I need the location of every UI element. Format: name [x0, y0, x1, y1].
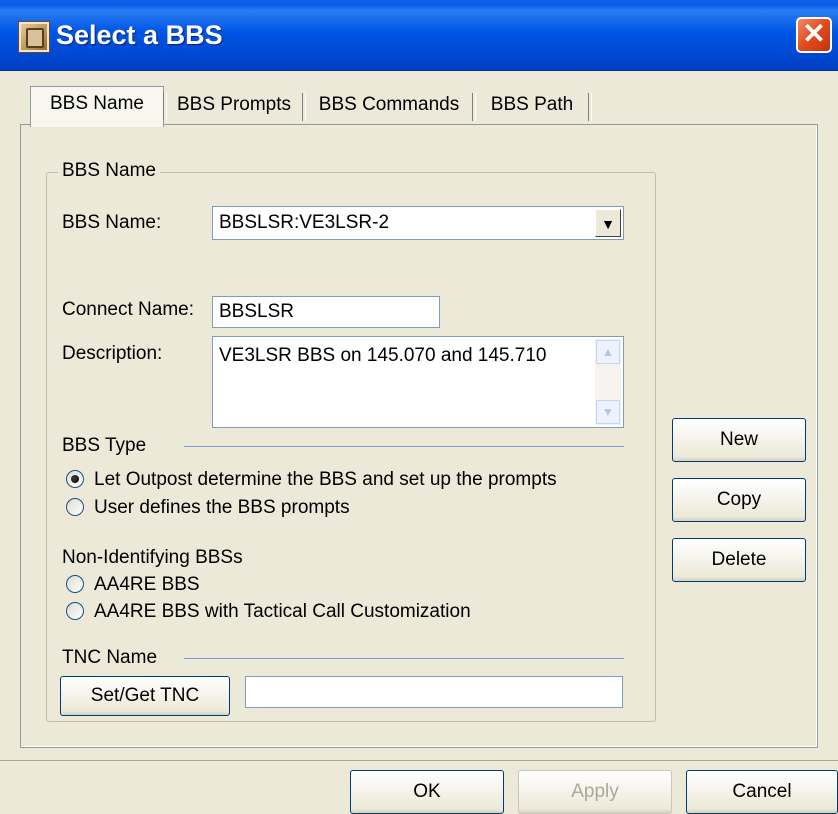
app-icon	[18, 21, 50, 53]
radio-label: AA4RE BBS with Tactical Call Customizati…	[94, 601, 471, 622]
delete-button[interactable]: Delete	[672, 538, 806, 582]
tab-label: BBS Name	[50, 93, 144, 114]
radio-label: Let Outpost determine the BBS and set up…	[94, 469, 557, 490]
tab-bbs-path[interactable]: BBS Path	[476, 88, 592, 124]
title-bar[interactable]: Select a BBS ✕	[0, 0, 838, 71]
window-title: Select a BBS	[56, 20, 223, 50]
bbs-name-combobox[interactable]: BBSLSR:VE3LSR-2 ▼	[212, 206, 624, 240]
tnc-name-heading: TNC Name	[62, 647, 158, 668]
select-bbs-dialog: Select a BBS ✕ BBS Name BBS Prompts BBS …	[0, 0, 838, 814]
copy-button[interactable]: Copy	[672, 478, 806, 522]
bbs-name-label: BBS Name:	[62, 212, 162, 233]
ok-button[interactable]: OK	[350, 770, 504, 814]
description-value: VE3LSR BBS on 145.070 and 145.710	[219, 345, 547, 366]
connect-name-value: BBSLSR	[219, 301, 294, 322]
radio-label: User defines the BBS prompts	[94, 497, 350, 518]
close-icon: ✕	[802, 18, 826, 49]
footer-divider	[0, 760, 838, 761]
radio-checked-icon[interactable]	[66, 470, 84, 488]
non-identifying-heading: Non-Identifying BBSs	[62, 547, 243, 568]
tab-bbs-commands[interactable]: BBS Commands	[306, 88, 476, 124]
scroll-down-icon[interactable]: ▼	[596, 400, 620, 424]
tab-bbs-name[interactable]: BBS Name	[30, 86, 167, 127]
radio-unchecked-icon[interactable]	[66, 602, 84, 620]
bbs-type-divider	[184, 446, 624, 447]
radio-label: AA4RE BBS	[94, 574, 200, 595]
bbs-type-heading: BBS Type	[62, 435, 147, 456]
bbs-name-value: BBSLSR:VE3LSR-2	[219, 212, 390, 233]
description-scrollbar[interactable]: ▲ ▼	[595, 339, 621, 425]
tab-label: BBS Commands	[318, 94, 460, 115]
connect-name-label: Connect Name:	[62, 299, 195, 320]
set-get-tnc-button[interactable]: Set/Get TNC	[60, 676, 230, 716]
tab-bbs-prompts[interactable]: BBS Prompts	[166, 88, 306, 124]
tab-label: BBS Path	[490, 94, 574, 115]
tnc-name-divider	[184, 658, 624, 659]
cancel-button[interactable]: Cancel	[686, 770, 838, 814]
tab-separator	[163, 92, 167, 120]
tab-separator	[588, 93, 592, 121]
description-label: Description:	[62, 343, 163, 364]
tnc-name-input[interactable]	[245, 676, 623, 708]
groupbox-title: BBS Name	[58, 158, 160, 184]
description-textarea[interactable]: VE3LSR BBS on 145.070 and 145.710 ▲ ▼	[212, 336, 624, 428]
scroll-up-icon[interactable]: ▲	[596, 340, 620, 364]
connect-name-input[interactable]: BBSLSR	[212, 296, 440, 328]
new-button[interactable]: New	[672, 418, 806, 462]
radio-unchecked-icon[interactable]	[66, 575, 84, 593]
chevron-down-icon[interactable]: ▼	[595, 209, 621, 237]
close-button[interactable]: ✕	[796, 17, 832, 53]
tab-label: BBS Prompts	[176, 94, 292, 115]
apply-button[interactable]: Apply	[518, 770, 672, 814]
radio-unchecked-icon[interactable]	[66, 498, 84, 516]
